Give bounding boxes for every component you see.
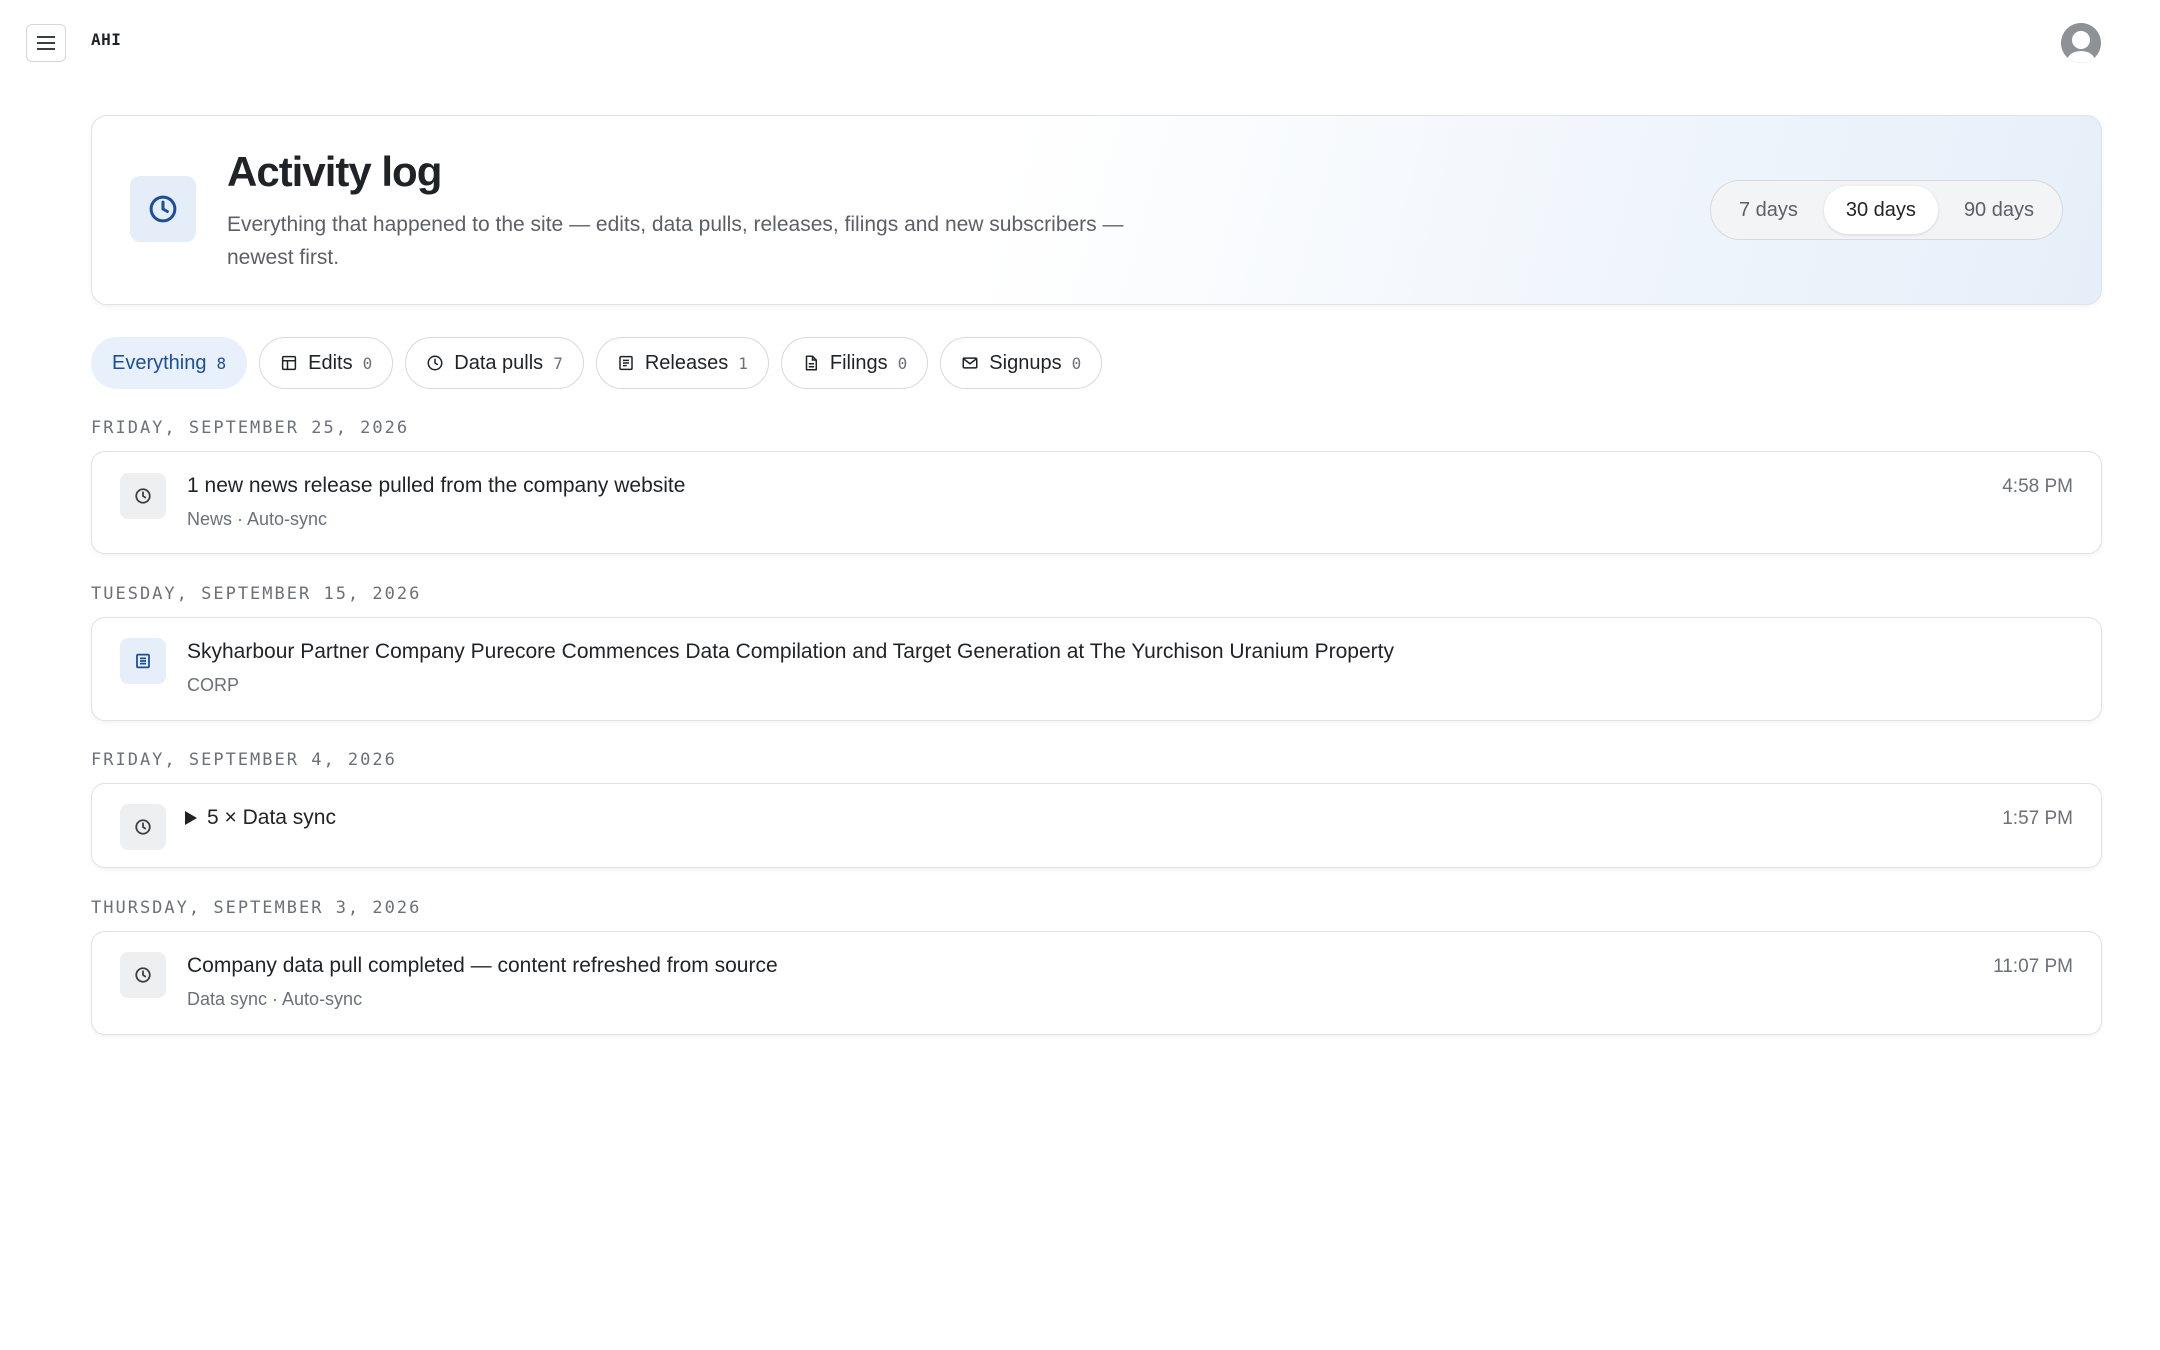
- filter-count: 0: [897, 353, 908, 373]
- article-icon: [619, 355, 633, 371]
- filter-label: Releases: [644, 351, 729, 374]
- date-heading: Thursday, September 3, 2026: [91, 898, 422, 918]
- clock-icon: [135, 967, 151, 983]
- filter-label: Edits: [308, 351, 353, 374]
- filter-count: 1: [738, 353, 748, 373]
- clock-icon: [427, 355, 443, 371]
- filter-filings[interactable]: Filings 0: [780, 337, 929, 389]
- document-icon: [805, 355, 817, 371]
- filter-everything[interactable]: Everything 8: [91, 337, 248, 389]
- entry-title: Skyharbour Partner Company Purecore Comm…: [187, 640, 1394, 663]
- entry-time: 1:57 PM: [2002, 808, 2073, 829]
- filter-label: Signups: [989, 351, 1062, 374]
- range-90-days[interactable]: 90 days: [1942, 186, 2056, 234]
- entry-time: 4:58 PM: [2002, 476, 2073, 497]
- filter-count: 0: [1071, 353, 1082, 373]
- table-icon: [282, 355, 297, 371]
- clock-icon: [149, 195, 177, 223]
- hamburger-icon: [37, 36, 55, 50]
- entry-title: 1 new news release pulled from the compa…: [187, 474, 686, 497]
- range-7-days[interactable]: 7 days: [1717, 186, 1820, 234]
- page-header: Activity log Everything that happened to…: [91, 115, 2102, 305]
- activity-entry[interactable]: 5 × Data sync 1:57 PM: [91, 783, 2102, 868]
- activity-entry[interactable]: Skyharbour Partner Company Purecore Comm…: [91, 617, 2102, 721]
- article-icon: [136, 653, 150, 669]
- clock-icon: [135, 488, 151, 504]
- entry-title: Company data pull completed — content re…: [187, 954, 778, 977]
- filter-count: 8: [216, 353, 227, 373]
- filter-label: Everything: [112, 351, 207, 374]
- avatar[interactable]: [2061, 23, 2101, 63]
- activity-entry[interactable]: 1 new news release pulled from the compa…: [91, 451, 2102, 554]
- filter-label: Filings: [829, 351, 888, 374]
- triangle-right-icon: [185, 811, 197, 825]
- filter-data-pulls[interactable]: Data pulls 7: [405, 337, 584, 389]
- mail-icon: [962, 357, 978, 369]
- filter-bar: Everything 8 Edits 0 Data pulls 7 Releas…: [91, 337, 1103, 389]
- page-title: Activity log: [227, 148, 442, 195]
- date-heading: Friday, September 4, 2026: [91, 750, 397, 770]
- filter-releases[interactable]: Releases 1: [595, 337, 769, 389]
- filter-label: Data pulls: [454, 351, 544, 374]
- entry-meta: CORP: [187, 675, 240, 695]
- entry-icon-tile: [120, 804, 166, 850]
- entry-icon-tile: [120, 952, 166, 998]
- menu-button[interactable]: [26, 24, 66, 62]
- filter-edits[interactable]: Edits 0: [259, 337, 394, 389]
- filter-count: 0: [362, 353, 373, 373]
- range-30-days[interactable]: 30 days: [1823, 186, 1938, 234]
- date-heading: Friday, September 25, 2026: [91, 418, 410, 438]
- activity-entry[interactable]: Company data pull completed — content re…: [91, 931, 2102, 1035]
- header-icon-tile: [130, 176, 196, 242]
- entry-icon-tile: [120, 638, 166, 684]
- entry-time: 11:07 PM: [1993, 956, 2073, 977]
- date-heading: Tuesday, September 15, 2026: [91, 584, 422, 604]
- range-toggle: 7 days 30 days 90 days: [1709, 180, 2063, 240]
- filter-signups[interactable]: Signups 0: [940, 337, 1103, 389]
- page-description: Everything that happened to the site — e…: [227, 213, 1124, 269]
- expand-toggle[interactable]: 5 × Data sync: [185, 806, 336, 831]
- clock-icon: [135, 819, 151, 835]
- filter-count: 7: [553, 353, 563, 373]
- entry-meta: News · Auto-sync: [187, 509, 328, 529]
- entry-icon-tile: [120, 473, 166, 519]
- user-icon: [2061, 23, 2101, 63]
- brand-logo[interactable]: AHI: [91, 30, 121, 49]
- entry-meta: Data sync · Auto-sync: [187, 989, 363, 1009]
- entry-title: 5 × Data sync: [207, 806, 336, 829]
